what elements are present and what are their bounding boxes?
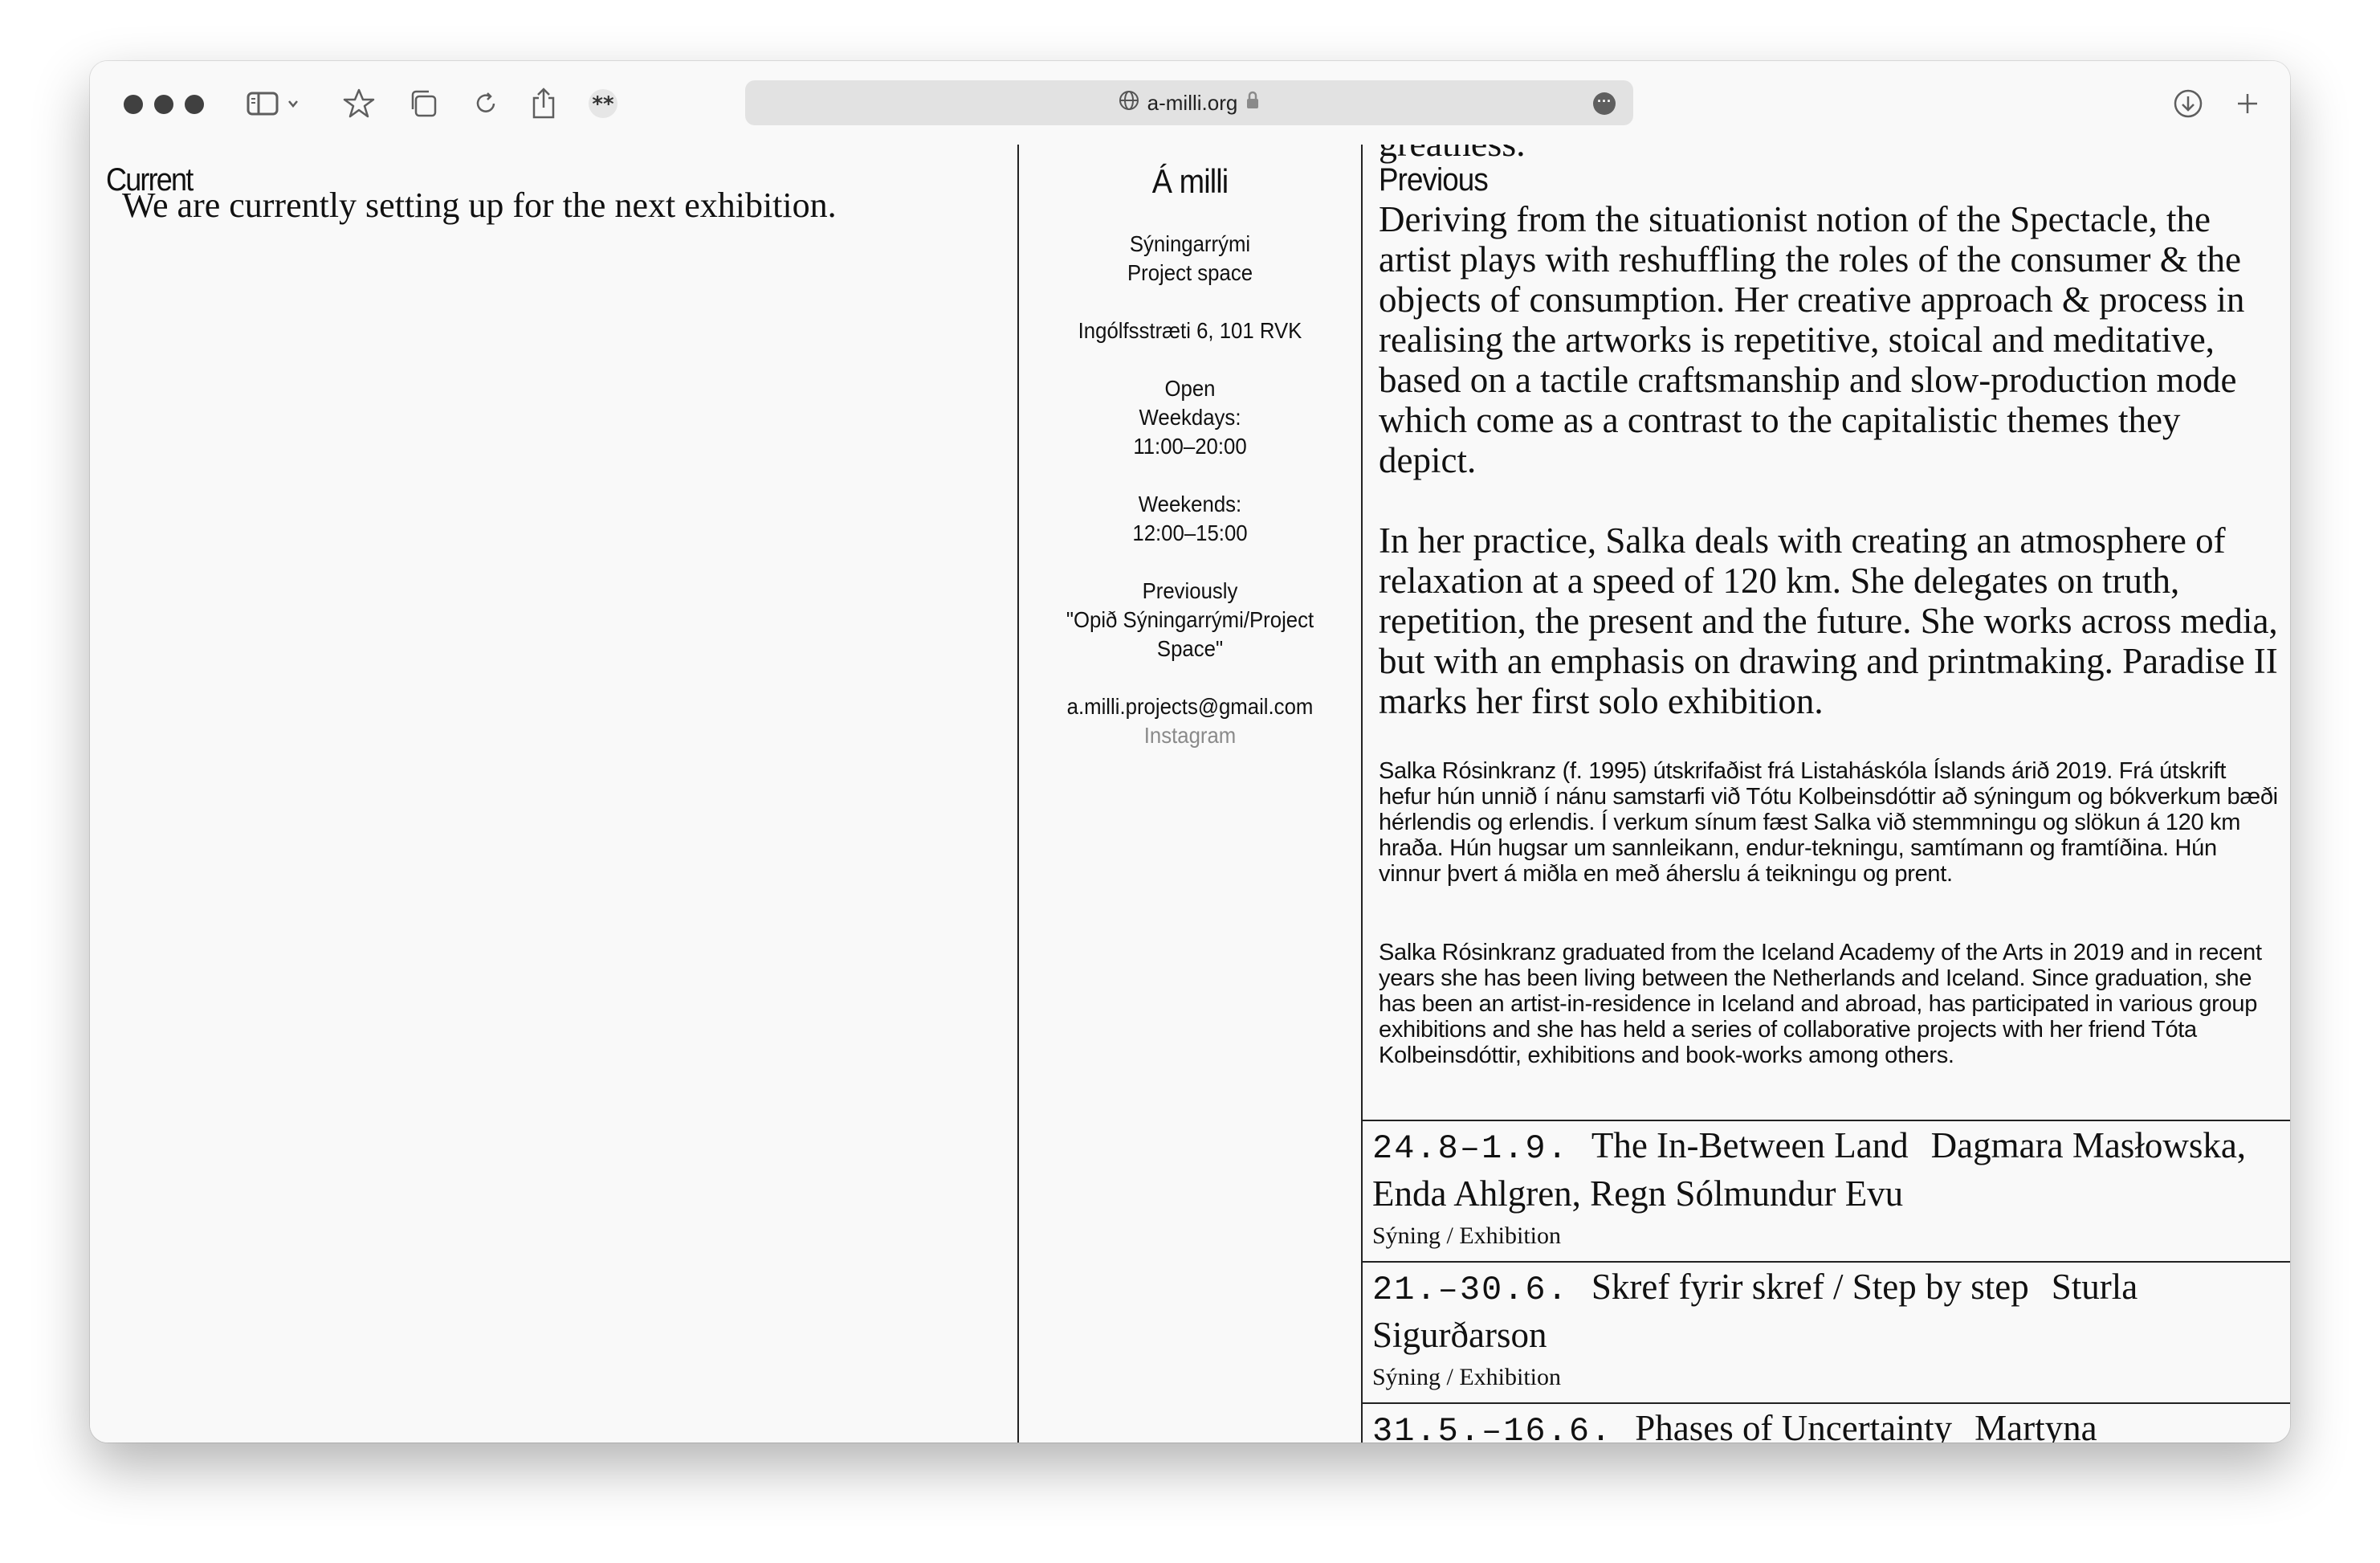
exhibition-title: Skref fyrir skref / Step by step <box>1591 1267 2029 1307</box>
page-menu-icon[interactable]: ··· <box>1593 92 1616 115</box>
bio-icelandic: Salka Rósinkranz (f. 1995) útskrifaðist … <box>1379 758 2278 887</box>
current-text: We are currently setting up for the next… <box>122 186 837 225</box>
weekdays-label: Weekdays: <box>1139 405 1241 430</box>
exhibition-item[interactable]: 21.–30.6. Skref fyrir skref / Step by ste… <box>1363 1261 2290 1402</box>
contact: a.milli.projects@gmail.com Instagram <box>1033 692 1347 750</box>
opening-hours: Open Weekdays: 11:00–20:00 <box>1033 374 1347 461</box>
sidebar-icon[interactable] <box>244 85 281 122</box>
description-paragraph-2: In her practice, Salka deals with creati… <box>1379 520 2278 721</box>
previous-heading: Previous <box>1379 162 1489 198</box>
exhibition-item[interactable]: 24.8–1.9. The In-Between Land Dagmara Masł… <box>1363 1120 2290 1261</box>
current-column: Current We are currently setting up for … <box>90 145 1019 1443</box>
bookmark-star-icon[interactable] <box>340 85 377 122</box>
browser-window: ** a-milli.org ··· Current We are curren… <box>90 61 2290 1443</box>
tabs-overview-icon[interactable] <box>405 85 442 122</box>
weekend-hours: Weekends: 12:00–15:00 <box>1033 490 1347 548</box>
share-icon[interactable] <box>525 85 562 122</box>
maximize-window-button[interactable] <box>185 95 204 114</box>
exhibition-title: The In-Between Land <box>1591 1125 1909 1165</box>
instagram-link[interactable]: Instagram <box>1033 721 1347 750</box>
space-type: Sýningarrými Project space <box>1033 230 1347 288</box>
url-text: a-milli.org <box>1147 90 1238 115</box>
lock-icon <box>1245 91 1260 116</box>
close-window-button[interactable] <box>124 95 143 114</box>
previously-name: "Opið Sýningarrými/Project Space" <box>1066 607 1314 661</box>
address-bar[interactable]: a-milli.org ··· <box>745 80 1633 125</box>
chevron-down-icon[interactable] <box>284 85 302 122</box>
previously-label: Previously <box>1142 578 1238 603</box>
address: Ingólfsstræti 6, 101 RVK <box>1078 318 1302 343</box>
exhibition-line: 21.–30.6. Skref fyrir skref / Step by ste… <box>1372 1264 2280 1357</box>
exhibition-kind: Sýning / Exhibition <box>1372 1222 1562 1249</box>
bio-english: Salka Rósinkranz graduated from the Icel… <box>1379 940 2262 1068</box>
weekends-hours: 12:00–15:00 <box>1132 520 1248 545</box>
exhibition-kind: Sýning / Exhibition <box>1372 1364 1562 1390</box>
space-type-is: Sýningarrými <box>1129 231 1251 256</box>
globe-icon <box>1119 90 1139 116</box>
space-type-en: Project space <box>1127 260 1253 285</box>
downloads-icon[interactable] <box>2170 85 2207 122</box>
exhibition-artists: Martyna <box>1975 1408 2097 1443</box>
exhibition-line: 24.8–1.9. The In-Between Land Dagmara Masł… <box>1372 1123 2280 1216</box>
minimize-window-button[interactable] <box>154 95 173 114</box>
email-link[interactable]: a.milli.projects@gmail.com <box>1033 692 1347 721</box>
exhibition-item[interactable]: 31.5.–16.6. Phases of Uncertainty Martyna <box>1363 1402 2290 1443</box>
exhibition-date: 31.5.–16.6. <box>1372 1412 1613 1443</box>
info-column: Á milli Sýningarrými Project space Ingól… <box>1019 145 1363 1443</box>
browser-toolbar: ** a-milli.org ··· <box>90 61 2290 145</box>
previous-column: greatness. Previous Deriving from the si… <box>1363 145 2290 1443</box>
reload-icon[interactable] <box>467 85 504 122</box>
description-paragraph-1: Deriving from the situationist notion of… <box>1379 199 2245 480</box>
svg-text:**: ** <box>592 92 614 116</box>
exhibition-line: 31.5.–16.6. Phases of Uncertainty Martyna <box>1372 1406 2280 1443</box>
exhibition-date: 21.–30.6. <box>1372 1271 1569 1309</box>
open-label: Open <box>1164 376 1216 401</box>
site-title[interactable]: Á milli <box>1036 162 1343 201</box>
weekends-label: Weekends: <box>1138 492 1242 516</box>
page-content: Current We are currently setting up for … <box>90 145 2290 1443</box>
new-tab-plus-icon[interactable] <box>2229 85 2266 122</box>
extension-icon[interactable]: ** <box>585 85 621 122</box>
previous-name: Previously "Opið Sýningarrými/Project Sp… <box>1033 577 1347 663</box>
exhibition-date: 24.8–1.9. <box>1372 1129 1569 1168</box>
exhibition-title: Phases of Uncertainty <box>1635 1408 1953 1443</box>
weekdays-hours: 11:00–20:00 <box>1133 434 1247 459</box>
